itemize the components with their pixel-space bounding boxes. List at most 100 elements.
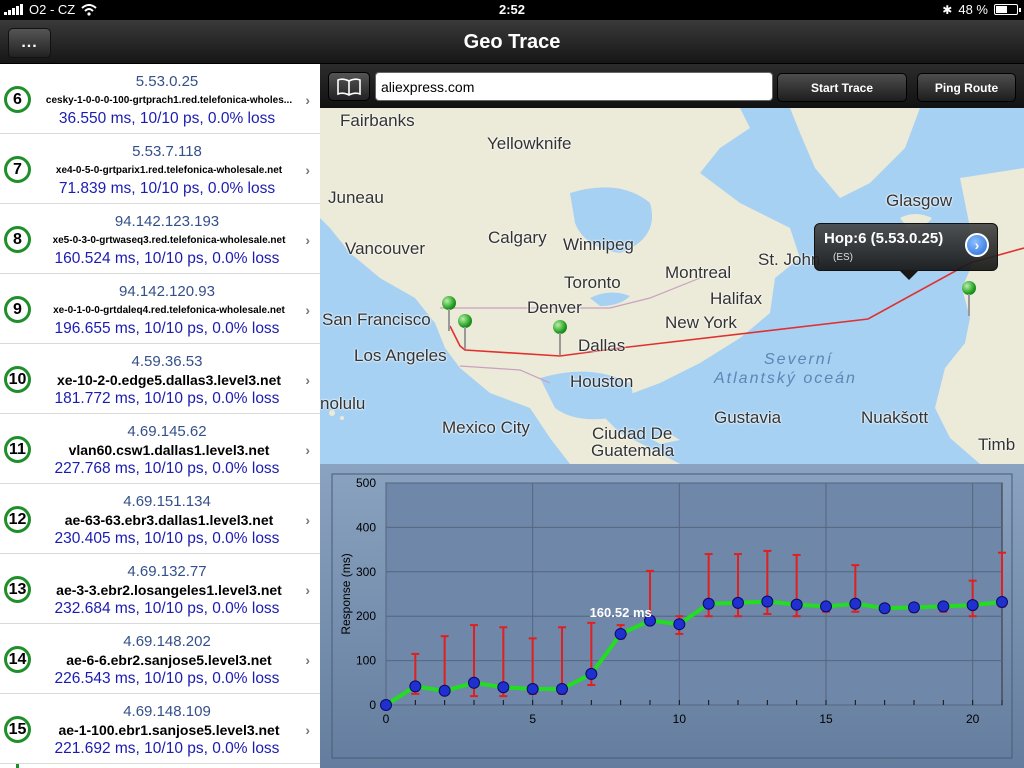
- city-label: Toronto: [564, 273, 621, 292]
- y-tick-label: 300: [356, 565, 376, 579]
- hop-row[interactable]: 8 94.142.123.193 xe5-0-3-0-grtwaseq3.red.t…: [0, 204, 320, 274]
- hop-number: 11: [4, 436, 31, 463]
- hop-ip: 4.59.36.53: [131, 353, 203, 370]
- hop-row[interactable]: 13 4.69.132.77 ae-3-3.ebr2.losangeles1.lev…: [0, 554, 320, 624]
- response-chart-panel: 0 100 200 300 400 500 0 5 10 15 20 Response (ms) 160…: [320, 464, 1024, 768]
- hop-number: 6: [4, 86, 31, 113]
- hop-row[interactable]: 9 94.142.120.93 xe-0-1-0-0-grtdaleq4.red.t…: [0, 274, 320, 344]
- hop-hostname: xe4-0-5-0-grtparix1.red.telefonica-whole…: [55, 165, 283, 176]
- hop-ip: 4.69.151.134: [123, 493, 211, 510]
- hop-pin[interactable]: [552, 320, 568, 360]
- hop-ip: 4.69.148.202: [123, 633, 211, 650]
- status-time: 2:52: [498, 2, 526, 17]
- hop-number: 15: [4, 716, 31, 743]
- data-point: [497, 681, 510, 694]
- trace-toolbar: Start Trace Ping Route: [320, 64, 1024, 108]
- status-right: ✱ 48 %: [942, 2, 1021, 17]
- hop-number: 14: [4, 646, 31, 673]
- hop-callout[interactable]: Hop:6 (5.53.0.25) (ES) ›: [814, 223, 998, 280]
- city-label: nolulu: [320, 394, 366, 413]
- hop-ip: 5.53.7.118: [132, 143, 202, 160]
- hop-hostname: ae-63-63.ebr3.dallas1.level3.net: [64, 512, 274, 528]
- y-tick-label: 400: [356, 520, 376, 534]
- host-input[interactable]: [375, 72, 773, 101]
- hop-row[interactable]: 6 5.53.0.25 cesky-1-0-0-0-100-grtprach1.re…: [0, 64, 320, 134]
- chevron-right-icon: ›: [305, 232, 310, 248]
- hop-hostname: xe-10-2-0.edge5.dallas3.level3.net: [56, 372, 282, 388]
- city-label: Nuakšott: [861, 408, 929, 427]
- city-label: St. John: [758, 250, 821, 269]
- hop-pin[interactable]: [441, 296, 457, 336]
- hop-stats: 226.543 ms, 10/10 ps, 0.0% loss: [54, 670, 280, 687]
- data-point: [468, 676, 480, 689]
- chevron-right-icon: ›: [305, 722, 310, 738]
- ping-route-button[interactable]: Ping Route: [917, 73, 1016, 102]
- chevron-right-icon: ›: [305, 162, 310, 178]
- city-label: Yellowknife: [487, 134, 572, 153]
- hop-hostname: ae-1-100.ebr1.sanjose5.level3.net: [58, 722, 280, 738]
- bookmarks-button[interactable]: [328, 72, 370, 101]
- city-label: Winnipeg: [563, 235, 634, 254]
- y-tick-label: 500: [356, 476, 376, 490]
- battery-fill: [996, 6, 1007, 13]
- city-label: Houston: [570, 372, 634, 391]
- x-tick-label: 10: [673, 712, 687, 726]
- city-label: Fairbanks: [340, 111, 415, 130]
- page-title: Geo Trace: [463, 31, 561, 53]
- city-label: Guatemala: [591, 441, 675, 460]
- hop-number: 13: [4, 576, 31, 603]
- route-map[interactable]: Fairbanks Yellowknife Juneau Glasgow Calgary…: [320, 108, 1024, 464]
- hop-list[interactable]: 6 5.53.0.25 cesky-1-0-0-0-100-grtprach1.re…: [0, 64, 320, 768]
- data-point: [585, 667, 598, 680]
- data-point: [937, 600, 950, 613]
- hop-row[interactable]: 14 4.69.148.202 ae-6-6.ebr2.sanjose5.level…: [0, 624, 320, 694]
- ocean-label-line1: Severní: [764, 351, 834, 368]
- hop-row[interactable]: 11 4.69.145.62 vlan60.csw1.dallas1.level3.…: [0, 414, 320, 484]
- hop-row[interactable]: 15 4.69.148.109 ae-1-100.ebr1.sanjose5.lev…: [0, 694, 320, 764]
- chevron-right-icon: ›: [305, 442, 310, 458]
- data-point: [849, 597, 862, 610]
- hop-row[interactable]: 10 4.59.36.53 xe-10-2-0.edge5.dallas3.leve…: [0, 344, 320, 414]
- y-tick-label: 100: [356, 654, 376, 668]
- hop-pin[interactable]: [457, 314, 473, 354]
- chevron-right-icon: ›: [305, 582, 310, 598]
- bluetooth-icon: ✱: [942, 2, 953, 17]
- x-tick-label: 20: [966, 712, 980, 726]
- hop-row[interactable]: 7 5.53.7.118 xe4-0-5-0-grtparix1.red.telef…: [0, 134, 320, 204]
- chevron-right-icon: ›: [305, 512, 310, 528]
- start-trace-button[interactable]: Start Trace: [777, 73, 907, 102]
- city-label: Denver: [527, 298, 582, 317]
- city-label: Timb: [978, 435, 1016, 454]
- hop-number: 10: [4, 366, 31, 393]
- book-icon: [337, 77, 361, 96]
- hop-stats: 160.524 ms, 10/10 ps, 0.0% loss: [54, 250, 280, 267]
- hop-hostname: vlan60.csw1.dallas1.level3.net: [68, 442, 270, 458]
- hop-ip: 4.69.145.62: [127, 423, 207, 440]
- ocean-label-line2: Atlantský oceán: [714, 370, 857, 387]
- hop-number: 7: [4, 156, 31, 183]
- hop-row[interactable]: 12 4.69.151.134 ae-63-63.ebr3.dallas1.leve…: [0, 484, 320, 554]
- battery-percent: 48 %: [958, 2, 988, 17]
- hop-pin-selected[interactable]: [961, 281, 977, 321]
- hop-stats: 221.692 ms, 10/10 ps, 0.0% loss: [54, 740, 280, 757]
- hop-stats: 196.655 ms, 10/10 ps, 0.0% loss: [54, 320, 280, 337]
- data-point: [790, 598, 803, 611]
- chevron-right-icon: ›: [305, 652, 310, 668]
- chevron-right-icon: ›: [305, 372, 310, 388]
- hop-hostname: ae-6-6.ebr2.sanjose5.level3.net: [66, 652, 272, 668]
- city-label: Gustavia: [714, 408, 782, 427]
- hop-stats: 181.772 ms, 10/10 ps, 0.0% loss: [54, 390, 280, 407]
- hop-ip: 94.142.123.193: [114, 213, 220, 230]
- city-label: Dallas: [578, 336, 626, 355]
- disclosure-arrow-icon[interactable]: ›: [965, 233, 989, 257]
- hop-hostname: ae-3-3.ebr2.losangeles1.level3.net: [56, 582, 282, 598]
- data-point: [380, 699, 392, 711]
- city-label: Glasgow: [886, 191, 953, 210]
- city-label: Los Angeles: [354, 346, 447, 365]
- data-point: [614, 627, 627, 640]
- callout-title: Hop:6 (5.53.0.25): [824, 230, 944, 247]
- city-label: Calgary: [488, 228, 547, 247]
- hop-stats: 227.768 ms, 10/10 ps, 0.0% loss: [54, 460, 280, 477]
- callout-country: (ES): [833, 252, 853, 263]
- data-point: [673, 618, 686, 631]
